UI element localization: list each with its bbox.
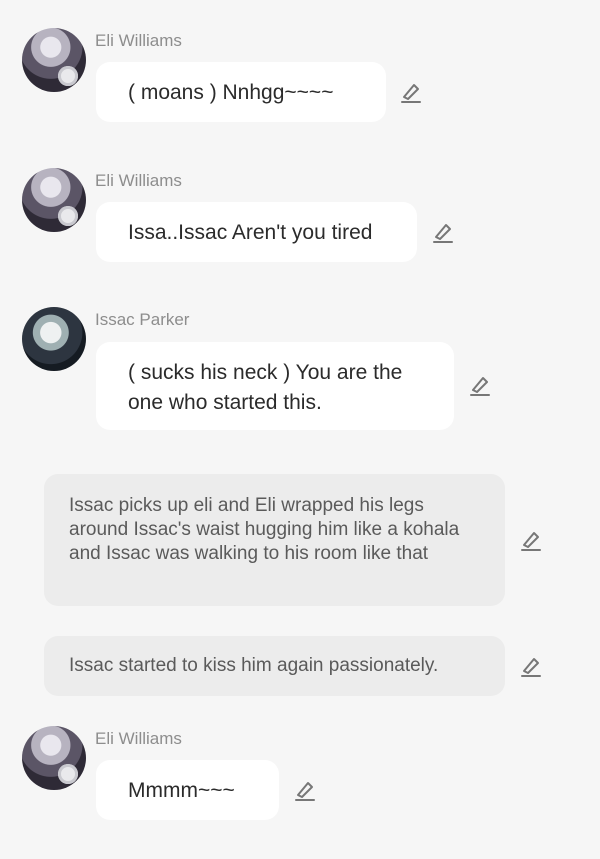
pencil-icon[interactable]: [518, 527, 544, 553]
message-bubble[interactable]: Mmmm~~~: [96, 760, 279, 820]
issac-avatar[interactable]: [22, 307, 86, 371]
message-bubble[interactable]: Issa..Issac Aren't you tired: [96, 202, 417, 262]
narration-bubble[interactable]: Issac picks up eli and Eli wrapped his l…: [44, 474, 505, 606]
sender-name: Eli Williams: [95, 31, 182, 50]
pencil-icon[interactable]: [467, 372, 493, 398]
sender-name: Issac Parker: [95, 310, 190, 329]
narration-bubble[interactable]: Issac started to kiss him again passiona…: [44, 636, 505, 696]
pencil-icon[interactable]: [430, 219, 456, 245]
pencil-icon[interactable]: [518, 653, 544, 679]
message-bubble[interactable]: ( moans ) Nnhgg~~~~: [96, 62, 386, 122]
message-bubble[interactable]: ( sucks his neck ) You are the one who s…: [96, 342, 454, 430]
eli-avatar[interactable]: [22, 726, 86, 790]
pencil-icon[interactable]: [398, 79, 424, 105]
pencil-icon[interactable]: [292, 777, 318, 803]
eli-avatar[interactable]: [22, 28, 86, 92]
sender-name: Eli Williams: [95, 171, 182, 190]
sender-name: Eli Williams: [95, 729, 182, 748]
eli-avatar[interactable]: [22, 168, 86, 232]
